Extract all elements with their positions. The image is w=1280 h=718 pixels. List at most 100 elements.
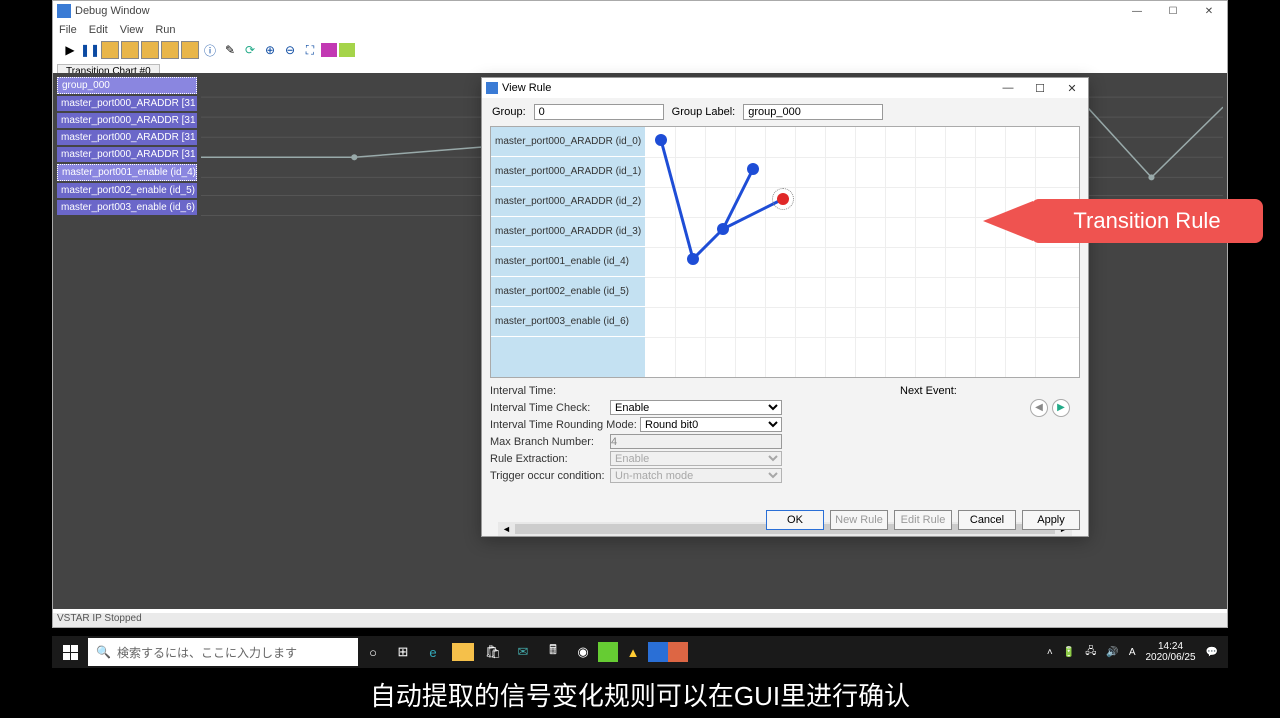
rounding-select[interactable]: Round bit0 [640,417,782,432]
next-node-button[interactable]: ▶ [1052,399,1070,417]
ime-icon[interactable]: A [1129,647,1136,658]
dialog-minimize-button[interactable]: — [992,78,1024,98]
rule-item[interactable]: master_port003_enable (id_6) [491,307,645,337]
ok-button[interactable]: OK [766,510,824,530]
search-box[interactable]: 🔍 検索するには、ここに入力します [88,638,358,666]
close-button[interactable]: ✕ [1191,1,1227,21]
signal-item[interactable]: master_port000_ARADDR [31 [57,96,197,111]
apply-button[interactable]: Apply [1022,510,1080,530]
rule-item[interactable]: master_port002_enable (id_5) [491,277,645,307]
maximize-button[interactable]: ☐ [1155,1,1191,21]
wand-icon[interactable]: ✎ [221,41,239,59]
explorer-icon[interactable] [452,643,474,661]
mail-icon[interactable]: ✉ [508,638,538,666]
callout-text: Transition Rule [1031,199,1263,243]
edge-icon[interactable]: e [418,638,448,666]
app-icon [57,4,71,18]
store-icon[interactable]: 🛍 [478,638,508,666]
status-bar: VSTAR IP Stopped [53,613,1227,627]
graph-node-id4[interactable] [687,253,699,265]
callout: Transition Rule [983,199,1263,243]
status-text: VSTAR IP Stopped [57,613,142,624]
debug-window: Debug Window — ☐ ✕ File Edit View Run ▶ … [52,0,1228,628]
menu-view[interactable]: View [120,24,144,36]
signal-item[interactable]: master_port003_enable (id_6) [57,200,197,215]
signal-item[interactable]: master_port000_ARADDR [31 [57,113,197,128]
rule-ext-label: Rule Extraction: [490,453,610,465]
pause-icon[interactable]: ❚❚ [81,41,99,59]
battery-icon[interactable]: 🔋 [1063,647,1075,658]
prev-node-button[interactable]: ◀ [1030,399,1048,417]
folder2-icon[interactable] [161,41,179,59]
info-icon[interactable]: ⓘ [201,41,219,59]
folder-icon[interactable] [141,41,159,59]
zoom-in-icon[interactable]: ⊕ [261,41,279,59]
signal-item[interactable]: master_port002_enable (id_5) [57,183,197,198]
signal-list: group_000 master_port000_ARADDR [31 master… [57,77,197,217]
app3-icon[interactable] [648,642,668,662]
scroll-left-icon[interactable]: ◄ [502,524,511,534]
save-icon[interactable] [181,41,199,59]
app1-icon[interactable] [598,642,618,662]
app4-icon[interactable] [668,642,688,662]
taskview-icon[interactable]: ⊞ [388,638,418,666]
signal-item[interactable]: master_port001_enable (id_4) [57,164,197,181]
trigger-label: Trigger occur condition: [490,470,610,482]
graph-node-id0[interactable] [655,134,667,146]
dialog-buttons: OK New Rule Edit Rule Cancel Apply [766,510,1080,530]
graph-node-id1[interactable] [747,163,759,175]
graph-node-id2[interactable] [777,193,789,205]
tray-chevron-icon[interactable]: ˄ [1047,647,1053,658]
dialog-maximize-button[interactable]: ☐ [1024,78,1056,98]
dialog-close-button[interactable]: ✕ [1056,78,1088,98]
signal-item[interactable]: group_000 [57,77,197,94]
play-icon[interactable]: ▶ [61,41,79,59]
clock[interactable]: 14:24 2020/06/25 [1145,641,1195,663]
rule-item[interactable]: master_port000_ARADDR (id_2) [491,187,645,217]
clock-date: 2020/06/25 [1145,652,1195,663]
menu-edit[interactable]: Edit [89,24,108,36]
zoom-fit-icon[interactable]: ⛶ [301,41,319,59]
rounding-label: Interval Time Rounding Mode: [490,419,640,431]
rule-item[interactable]: master_port000_ARADDR (id_1) [491,157,645,187]
open2-icon[interactable] [121,41,139,59]
group-label-input[interactable] [743,104,883,120]
interval-check-label: Interval Time Check: [490,402,610,414]
taskbar: 🔍 検索するには、ここに入力します ○ ⊞ e 🛍 ✉ 🖩 ◉ ▲ ˄ 🔋 🖧 … [52,636,1228,668]
graph-node-id3[interactable] [717,223,729,235]
interval-time-label: Interval Time: [490,385,610,397]
rule-list: master_port000_ARADDR (id_0)master_port0… [491,127,645,377]
menu-file[interactable]: File [59,24,77,36]
group-label: Group: [492,106,526,118]
app2-icon[interactable]: ▲ [618,638,648,666]
edit-rule-button[interactable]: Edit Rule [894,510,952,530]
refresh-icon[interactable]: ⟳ [241,41,259,59]
rule-graph[interactable] [645,127,1079,377]
network-icon[interactable]: 🖧 [1085,644,1096,661]
grid-icon[interactable] [339,43,355,57]
new-rule-button[interactable]: New Rule [830,510,888,530]
cortana-icon[interactable]: ○ [358,638,388,666]
signal-item[interactable]: master_port000_ARADDR [31 [57,147,197,162]
signal-item[interactable]: master_port000_ARADDR [31 [57,130,197,145]
calculator-icon[interactable]: 🖩 [538,638,568,666]
trigger-select: Un-match mode [610,468,782,483]
start-button[interactable] [52,636,88,668]
menu-run[interactable]: Run [155,24,175,36]
volume-icon[interactable]: 🔊 [1106,647,1118,658]
rule-item[interactable]: master_port000_ARADDR (id_0) [491,127,645,157]
dialog-lower-fields: Interval Time: Next Event: Interval Time… [490,378,1080,484]
open-icon[interactable] [101,41,119,59]
rule-item[interactable]: master_port000_ARADDR (id_3) [491,217,645,247]
chrome-icon[interactable]: ◉ [568,638,598,666]
interval-check-select[interactable]: Enable [610,400,782,415]
zoom-out-icon[interactable]: ⊖ [281,41,299,59]
rule-item[interactable]: master_port001_enable (id_4) [491,247,645,277]
wave-icon[interactable] [321,43,337,57]
group-input[interactable] [534,104,664,120]
chart-area[interactable]: View Rule — ☐ ✕ Group: Group Label: mast… [201,77,1223,599]
titlebar: Debug Window — ☐ ✕ [53,1,1227,21]
minimize-button[interactable]: — [1119,1,1155,21]
notifications-icon[interactable]: 💬 [1206,647,1218,658]
cancel-button[interactable]: Cancel [958,510,1016,530]
